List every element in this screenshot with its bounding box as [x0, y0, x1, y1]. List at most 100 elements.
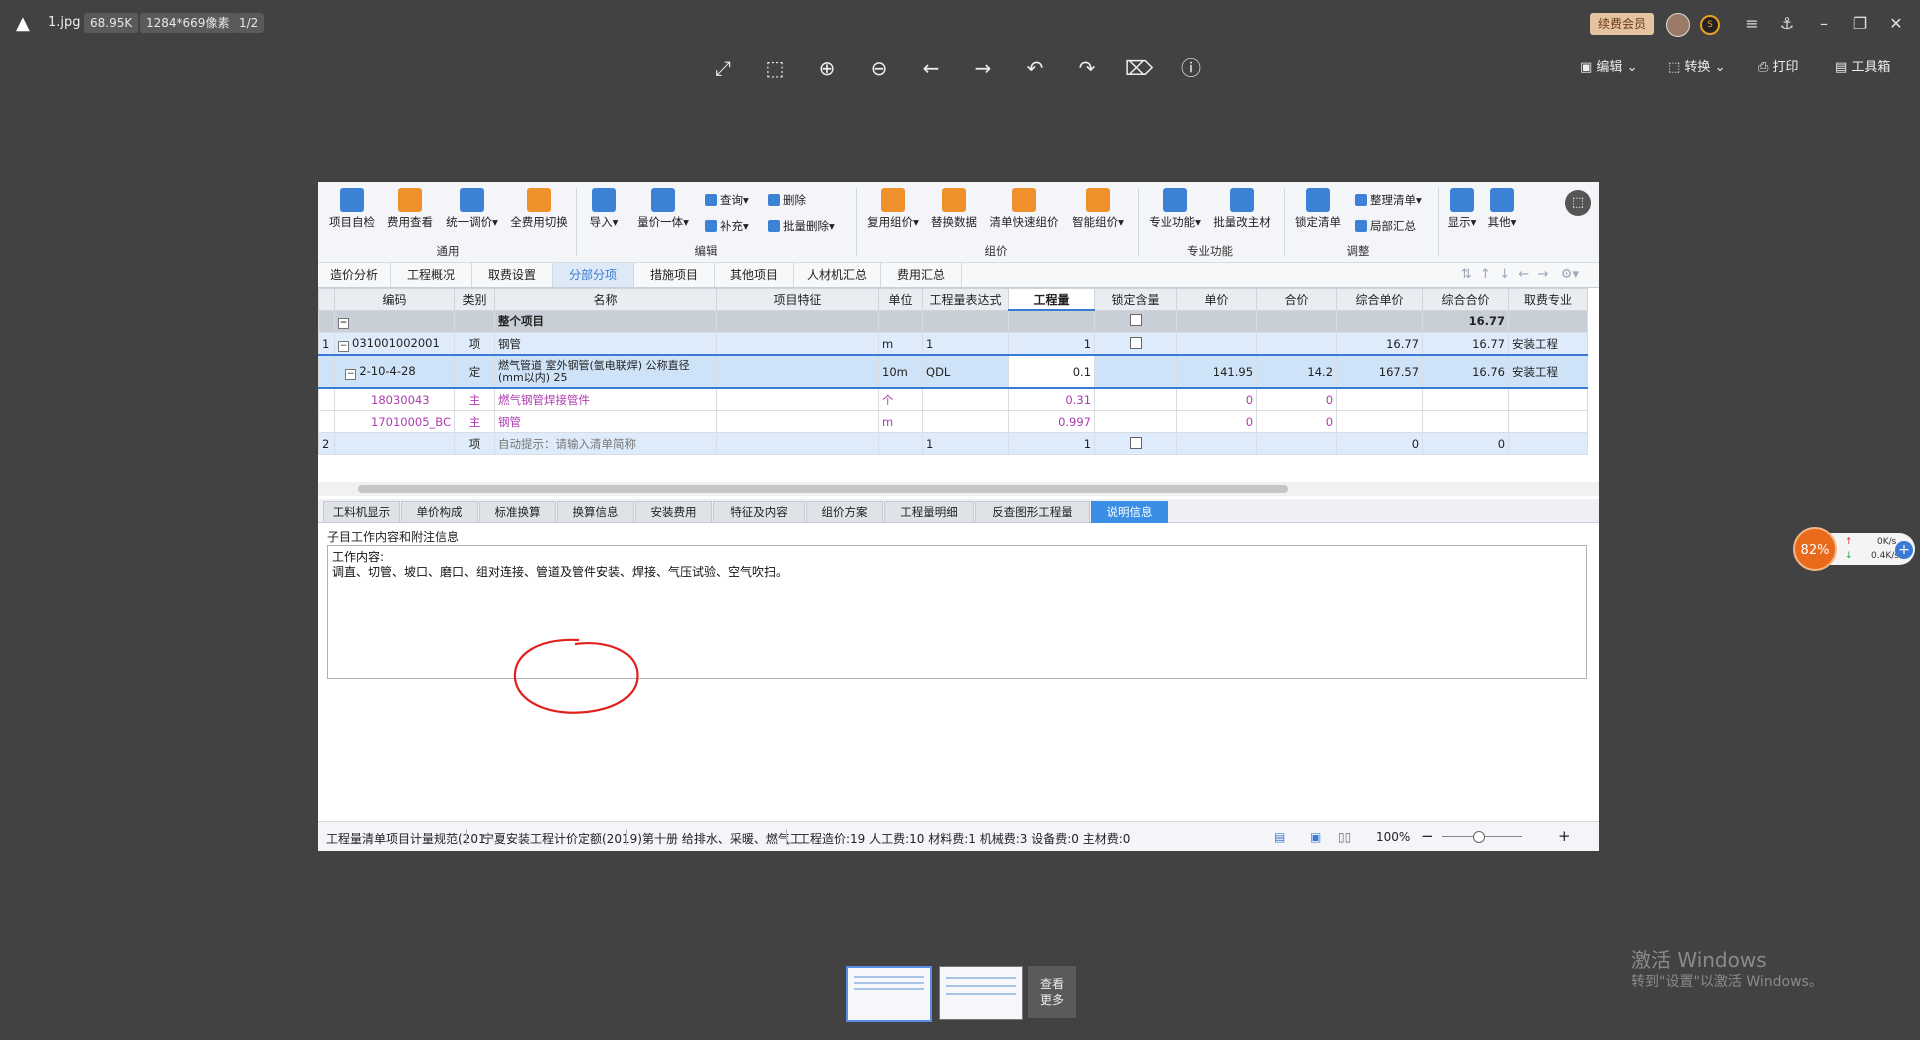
btab-description[interactable]: 说明信息 [1091, 501, 1168, 523]
print-button[interactable]: ⎙ 打印 [1758, 56, 1799, 75]
code-cell[interactable]: − [333, 309, 456, 333]
delete-button[interactable]: 删除 [768, 192, 806, 208]
code-cell[interactable]: −031001002001 [333, 332, 456, 356]
thumbnail-2[interactable] [939, 966, 1023, 1020]
name-cell[interactable]: 燃气钢管焊接管件 [494, 387, 718, 411]
price-cell[interactable] [1176, 432, 1258, 455]
unit-cell[interactable]: 10m [878, 354, 924, 389]
zoom-out-icon[interactable]: ⊖ [863, 52, 895, 84]
view-list-icon[interactable]: ▣ [1310, 830, 1321, 844]
delete-icon[interactable]: ⌦ [1123, 52, 1155, 84]
total-cell[interactable]: 14.2 [1256, 354, 1338, 389]
tab-sub-items[interactable]: 分部分项 [553, 263, 634, 287]
organize-list-button[interactable]: 整理清单▾ [1355, 192, 1422, 208]
expr-cell[interactable] [922, 410, 1010, 433]
price-cell[interactable]: 0 [1176, 410, 1258, 433]
lock-cell[interactable] [1094, 309, 1178, 333]
layout-icon[interactable]: ▤ [1274, 830, 1285, 844]
name-cell[interactable]: 钢管 [494, 332, 718, 356]
btab-unit-price[interactable]: 单价构成 [401, 501, 478, 523]
lock-cell[interactable] [1094, 354, 1178, 389]
lock-checkbox[interactable] [1129, 314, 1142, 327]
special-function-button[interactable]: 专业功能▾ [1146, 188, 1204, 230]
btab-standard-conversion[interactable]: 标准换算 [479, 501, 556, 523]
feature-cell[interactable] [716, 309, 880, 333]
utotal-cell[interactable] [1422, 410, 1510, 433]
lock-checkbox[interactable] [1129, 336, 1142, 349]
expr-cell[interactable] [922, 387, 1010, 411]
qty-cell[interactable]: 0.31 [1008, 387, 1096, 411]
collapse-icon[interactable]: − [345, 368, 357, 380]
code-cell[interactable]: −2-10-4-28 [333, 354, 456, 389]
table-row[interactable]: −2-10-4-28 定 燃气管道 室外钢管(氩电联焊) 公称直径(mm以内) … [318, 354, 1589, 389]
tab-cost-analysis[interactable]: 造价分析 [318, 263, 391, 287]
feature-cell[interactable] [716, 387, 880, 411]
btab-conversion-info[interactable]: 换算信息 [557, 501, 634, 523]
col-feature[interactable]: 项目特征 [716, 288, 880, 311]
lock-cell[interactable] [1094, 332, 1178, 356]
table-row[interactable]: 2 项 自动提示：请输入清单简称 1 1 0 0 [318, 432, 1589, 455]
uprice-cell[interactable]: 167.57 [1336, 354, 1424, 389]
uprice-cell[interactable]: 16.77 [1336, 332, 1424, 356]
price-cell[interactable] [1176, 332, 1258, 356]
feature-cell[interactable] [716, 354, 880, 389]
smart-pricing-button[interactable]: 智能组价▾ [1068, 188, 1128, 230]
feature-cell[interactable] [716, 432, 880, 455]
spec-cell[interactable] [1508, 309, 1589, 333]
other-button[interactable]: 其他▾ [1484, 188, 1520, 230]
col-code[interactable]: 编码 [333, 288, 456, 311]
supplement-button[interactable]: 补充▾ [705, 218, 749, 234]
qty-cell[interactable]: 1 [1008, 432, 1096, 455]
price-cell[interactable] [1176, 309, 1258, 333]
thumbnail-1[interactable] [846, 966, 932, 1022]
utotal-cell[interactable]: 16.77 [1422, 332, 1510, 356]
unit-cell[interactable]: 个 [878, 387, 924, 411]
uprice-cell[interactable] [1336, 309, 1424, 333]
total-cell[interactable] [1256, 309, 1338, 333]
batch-material-button[interactable]: 批量改主材 [1210, 188, 1274, 230]
next-icon[interactable]: → [967, 52, 999, 84]
type-cell[interactable]: 主 [454, 410, 496, 433]
convert-menu[interactable]: ⬚ 转换 ⌄ [1668, 56, 1725, 75]
unit-cell[interactable]: m [878, 332, 924, 356]
horizontal-scrollbar[interactable] [318, 482, 1599, 496]
col-total[interactable]: 合价 [1256, 288, 1338, 311]
name-cell[interactable]: 燃气管道 室外钢管(氩电联焊) 公称直径(mm以内) 25 [494, 354, 718, 389]
scrollbar-thumb[interactable] [358, 485, 1288, 493]
qty-cell[interactable]: 0.997 [1008, 410, 1096, 433]
spec-cell[interactable]: 安装工程 [1508, 332, 1589, 356]
import-button[interactable]: 导入▾ [584, 188, 624, 230]
zoom-out-button[interactable]: − [1421, 827, 1434, 845]
lock-cell[interactable] [1094, 387, 1178, 411]
lock-list-button[interactable]: 锁定清单 [1292, 188, 1344, 230]
unit-cell[interactable] [878, 432, 924, 455]
coin-icon[interactable]: S [1700, 15, 1720, 35]
qty-price-button[interactable]: 量价一体▾ [632, 188, 694, 230]
utotal-cell[interactable]: 0 [1422, 432, 1510, 455]
btab-qty-detail[interactable]: 工程量明细 [884, 501, 974, 523]
btab-features[interactable]: 特征及内容 [713, 501, 805, 523]
col-name[interactable]: 名称 [494, 288, 718, 311]
replace-data-button[interactable]: 替换数据 [928, 188, 980, 230]
menu-icon[interactable]: ≡ [1740, 12, 1764, 36]
utotal-cell[interactable] [1422, 387, 1510, 411]
display-button[interactable]: 显示▾ [1444, 188, 1480, 230]
col-spec[interactable]: 取费专业 [1508, 288, 1589, 311]
avatar[interactable] [1666, 13, 1690, 37]
expr-cell[interactable]: 1 [922, 432, 1010, 455]
screenshot-icon[interactable]: ⬚ [1565, 190, 1591, 216]
tab-fee-settings[interactable]: 取费设置 [472, 263, 553, 287]
network-speed-widget[interactable]: ↑ 0K/s ↓ 0.4K/s 82% + [1793, 527, 1919, 573]
rotate-right-icon[interactable]: ↷ [1071, 52, 1103, 84]
prev-icon[interactable]: ← [915, 52, 947, 84]
uprice-cell[interactable]: 0 [1336, 432, 1424, 455]
row-move-tools[interactable]: ⇅ ↑ ↓ ← → ⚙▾ [1461, 267, 1579, 282]
tab-other-items[interactable]: 其他项目 [715, 263, 794, 287]
collapse-icon[interactable]: − [338, 340, 349, 352]
utotal-cell[interactable]: 16.77 [1422, 309, 1510, 333]
qty-cell[interactable]: 1 [1008, 332, 1096, 356]
zoom-in-button[interactable]: + [1558, 827, 1571, 845]
feature-cell[interactable] [716, 332, 880, 356]
fit-icon[interactable]: ⬚ [759, 52, 791, 84]
rotate-left-icon[interactable]: ↶ [1019, 52, 1051, 84]
